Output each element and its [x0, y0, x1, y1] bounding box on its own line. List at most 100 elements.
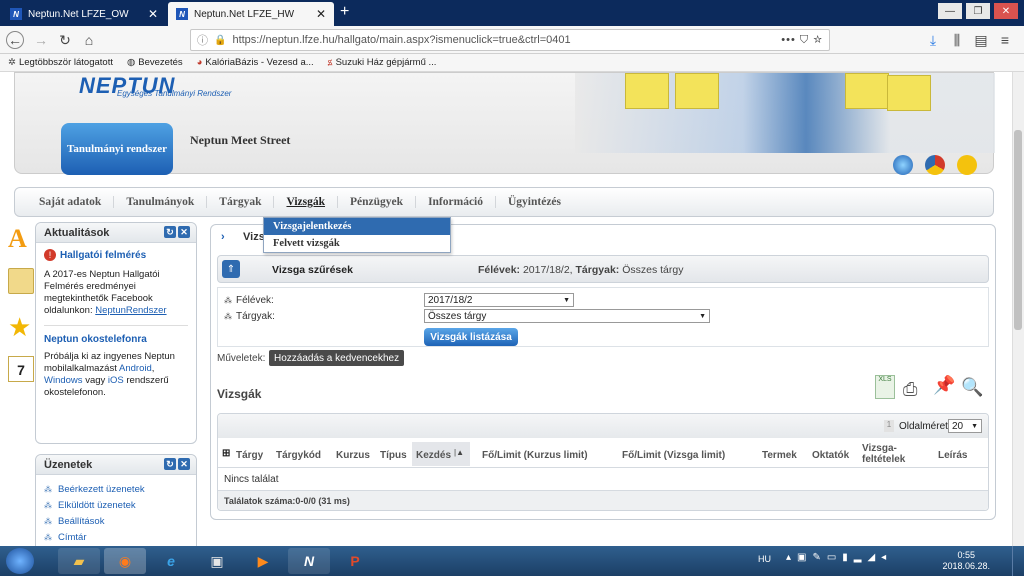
refresh-icon[interactable]: ↻ — [164, 458, 176, 470]
browser-tab-ow[interactable]: N Neptun.Net LFZE_OW ✕ — [2, 2, 166, 26]
column-header[interactable]: Tárgy — [236, 450, 263, 461]
library-icon[interactable]: ⫼ — [948, 31, 966, 49]
pin-icon[interactable]: 📌 — [933, 375, 955, 396]
start-button[interactable] — [6, 548, 34, 574]
messages-directory-link[interactable]: Címtár — [44, 529, 188, 545]
colors-icon[interactable] — [925, 155, 945, 175]
collapse-icon[interactable]: ⇑ — [222, 260, 240, 278]
close-icon[interactable]: ✕ — [316, 7, 326, 21]
column-header[interactable]: Tárgykód — [276, 450, 321, 461]
dropdown-taken-exams[interactable]: Felvett vizsgák — [264, 235, 450, 252]
reload-icon[interactable]: ↻ — [56, 31, 74, 49]
facebook-link[interactable]: NeptunRendszer — [95, 305, 166, 316]
calendar-icon[interactable]: 7 — [8, 356, 34, 382]
explorer-icon[interactable]: ▰ — [58, 548, 100, 574]
clock[interactable]: 0:55 2018.06.28. — [942, 550, 990, 572]
news-item-title[interactable]: Neptun okostelefonra — [44, 334, 188, 345]
column-header[interactable]: Kezdés — [416, 450, 451, 461]
column-header[interactable]: Vizsga-feltételek — [862, 443, 908, 465]
chevron-right-icon[interactable]: › — [221, 231, 225, 243]
menu-sajat-adatok[interactable]: Saját adatok — [27, 196, 115, 208]
ios-link[interactable]: iOS — [108, 375, 124, 386]
semesters-select[interactable]: 2017/18/2 ▼ — [424, 293, 574, 307]
scrollbar-thumb[interactable] — [1014, 130, 1022, 330]
font-size-icon[interactable]: A — [8, 224, 34, 253]
firefox-icon[interactable]: ◉ — [104, 548, 146, 574]
bookmark-most-visited[interactable]: ✲ Legtöbbször látogatott — [8, 57, 113, 68]
maximize-icon[interactable]: ❐ — [966, 3, 990, 19]
print-icon[interactable]: ⎙ — [903, 379, 917, 400]
column-header[interactable]: Fő/Limit (Kurzus limit) — [482, 450, 588, 461]
browser-tab-hw[interactable]: N Neptun.Net LFZE_HW ✕ — [168, 2, 334, 26]
menu-vizsgak[interactable]: Vizsgák — [274, 196, 339, 208]
media-player-icon[interactable]: ▶ — [242, 548, 284, 574]
page-actions-icon[interactable]: ••• ⛉ ☆ — [781, 34, 823, 47]
tray-icons[interactable]: ▴▣✎▭▮▂◢◂ — [786, 552, 892, 563]
bookmark-suzuki[interactable]: ꟍ Suzuki Ház gépjármű ... — [328, 57, 437, 68]
meet-street-link[interactable]: Neptun Meet Street — [190, 133, 290, 148]
new-tab-icon[interactable]: + — [340, 3, 349, 21]
close-icon[interactable]: ✕ — [178, 458, 190, 470]
column-header[interactable]: Fő/Limit (Vizsga limit) — [622, 450, 725, 461]
page-number[interactable]: 1 — [884, 420, 894, 432]
accessibility-icon[interactable] — [957, 155, 977, 175]
column-header[interactable]: Típus — [380, 450, 407, 461]
menu-icon[interactable]: ≡ — [996, 31, 1014, 49]
add-favorite-button[interactable]: Hozzáadás a kedvencekhez — [269, 350, 405, 366]
download-icon[interactable]: ⤓ — [924, 31, 942, 49]
bookmark-kaloria[interactable]: ◕ KalóriaBázis - Vezesd a... — [197, 57, 314, 68]
main-menu: Saját adatok Tanulmányok Tárgyak Vizsgák… — [14, 187, 994, 217]
show-desktop-button[interactable] — [1012, 546, 1024, 576]
bookmark-intro[interactable]: ◍ Bevezetés — [127, 57, 183, 68]
sticky-note-decoration — [625, 73, 669, 109]
page-size-select[interactable]: 20 ▼ — [948, 419, 982, 433]
table-header: ⊞ Tárgy Tárgykód Kurzus Típus Kezdés |▲ … — [218, 438, 988, 468]
menu-ugyintezes[interactable]: Ügyintézés — [496, 196, 573, 208]
alert-icon: ! — [44, 249, 56, 261]
column-header[interactable]: Kurzus — [336, 450, 370, 461]
news-item-title[interactable]: Hallgatói felmérés — [60, 250, 146, 261]
menu-targyak[interactable]: Tárgyak — [207, 196, 275, 208]
column-header[interactable]: Oktatók — [812, 450, 849, 461]
forward-icon[interactable]: → — [32, 31, 50, 49]
sidebar-icon[interactable]: ▤ — [972, 31, 990, 49]
messages-sent-link[interactable]: Elküldött üzenetek — [44, 497, 188, 513]
expand-icon[interactable]: ⊞ — [222, 448, 230, 459]
column-header[interactable]: Leírás — [938, 450, 967, 461]
messages-settings-link[interactable]: Beállítások — [44, 513, 188, 529]
system-button[interactable]: Tanulmányi rendszer — [61, 123, 173, 175]
menu-tanulmanyok[interactable]: Tanulmányok — [114, 196, 208, 208]
windows-link[interactable]: Windows — [44, 375, 83, 386]
refresh-icon[interactable]: ↻ — [164, 226, 176, 238]
sort-icon[interactable]: |▲ — [454, 448, 464, 457]
home-icon[interactable]: ⌂ — [80, 31, 98, 49]
column-header[interactable]: Termek — [762, 450, 797, 461]
menu-penzugyek[interactable]: Pénzügyek — [338, 196, 417, 208]
language-indicator[interactable]: HU — [758, 554, 771, 564]
android-link[interactable]: Android — [119, 363, 152, 374]
internet-explorer-icon[interactable]: e — [150, 548, 192, 574]
subjects-select[interactable]: Összes tárgy ▼ — [424, 309, 710, 323]
close-icon[interactable]: ✕ — [178, 226, 190, 238]
neptun-app-icon[interactable]: N — [288, 548, 330, 574]
sticky-note-decoration — [845, 73, 889, 109]
window-close-icon[interactable]: ✕ — [994, 3, 1018, 19]
menu-informacio[interactable]: Információ — [416, 196, 496, 208]
excel-export-icon[interactable]: XLS — [875, 375, 895, 399]
save-icon[interactable]: ▣ — [196, 548, 238, 574]
messages-inbox-link[interactable]: Beérkezett üzenetek — [44, 481, 188, 497]
globe-icon[interactable] — [893, 155, 913, 175]
powerpoint-icon[interactable]: P — [334, 548, 376, 574]
minimize-icon[interactable]: — — [938, 3, 962, 19]
bookmarks-bar: ✲ Legtöbbször látogatott ◍ Bevezetés ◕ Kaló… — [0, 54, 1024, 72]
list-exams-button[interactable]: Vizsgák listázása — [424, 328, 518, 346]
back-icon[interactable]: ← — [6, 31, 24, 49]
star-icon[interactable]: ★ — [8, 312, 34, 342]
mail-icon[interactable] — [8, 268, 34, 294]
info-icon[interactable]: ⓘ — [197, 32, 208, 48]
dropdown-exam-registration[interactable]: Vizsgajelentkezés — [264, 218, 450, 235]
address-bar[interactable]: ⓘ 🔒 https://neptun.lfze.hu/hallgato/main… — [190, 29, 830, 51]
globe-icon: ◍ — [126, 57, 136, 68]
magnifier-icon[interactable]: 🔍 — [961, 377, 983, 398]
close-icon[interactable]: ✕ — [148, 7, 158, 21]
